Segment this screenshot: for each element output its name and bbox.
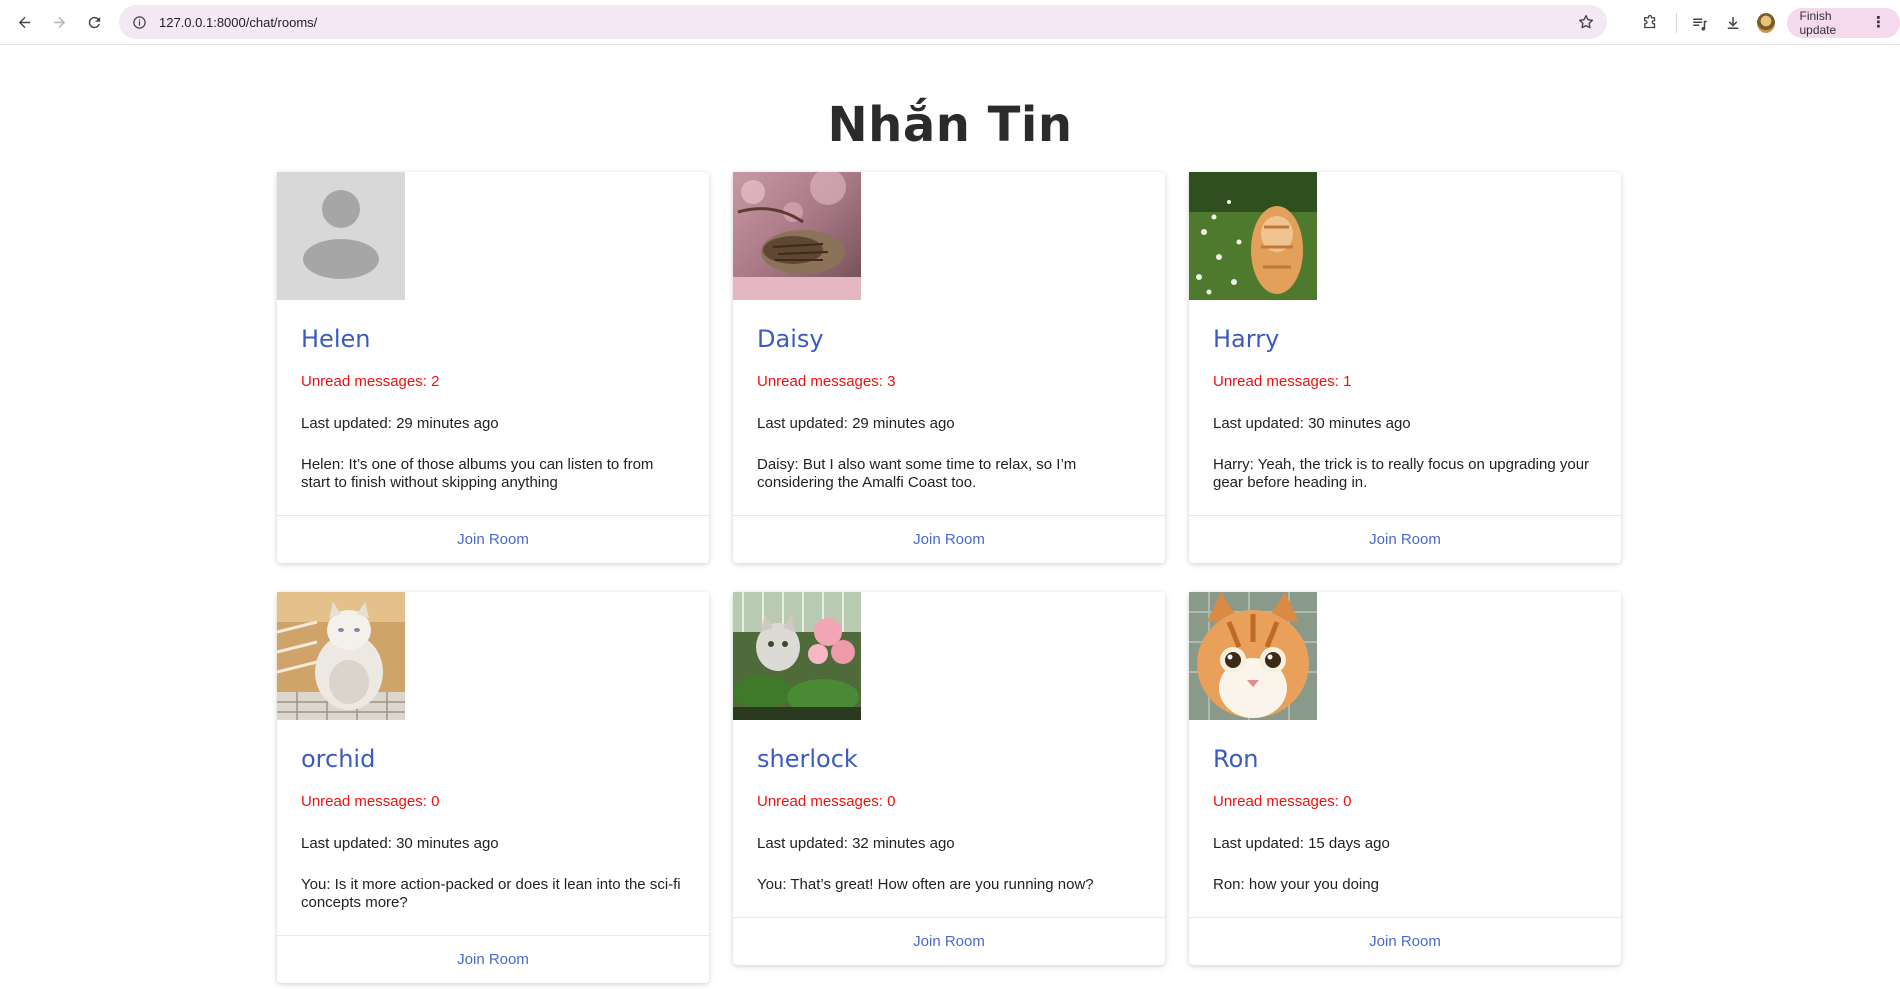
address-bar[interactable]: 127.0.0.1:8000/chat/rooms/: [119, 5, 1607, 39]
join-room-link[interactable]: Join Room: [1369, 531, 1441, 548]
tabby-cat-photo-icon: [733, 172, 861, 300]
reload-button[interactable]: [78, 6, 110, 38]
toolbar-divider: [1676, 12, 1678, 33]
last-updated: Last updated: 15 days ago: [1213, 835, 1390, 852]
room-card: Harry Unread messages: 1 Last updated: 3…: [1189, 172, 1621, 563]
extensions-button[interactable]: [1635, 7, 1664, 39]
join-room-link[interactable]: Join Room: [913, 933, 985, 950]
unread-count: Unread messages: 0: [757, 793, 896, 810]
playlist-icon: [1692, 18, 1707, 31]
card-footer: Join Room: [277, 935, 709, 983]
fluffy-white-cat-photo-icon: [277, 592, 405, 720]
reload-icon: [88, 16, 100, 28]
bookmark-star-icon[interactable]: [1577, 13, 1595, 31]
reading-list-button[interactable]: [1685, 7, 1714, 39]
room-avatar-image: [733, 172, 861, 300]
last-message-preview: Helen: It’s one of those albums you can …: [301, 456, 654, 491]
orange-cat-grass-photo-icon: [1189, 172, 1317, 300]
last-message-preview: You: Is it more action-packed or does it…: [301, 876, 681, 911]
card-footer: Join Room: [1189, 917, 1621, 965]
arrow-left-icon: [18, 16, 30, 28]
back-button[interactable]: [8, 6, 40, 38]
last-updated: Last updated: 30 minutes ago: [1213, 415, 1411, 432]
card-footer: Join Room: [277, 515, 709, 563]
surprised-orange-cat-photo-icon: [1189, 592, 1317, 720]
finish-update-button[interactable]: Finish update ⋮: [1787, 7, 1900, 38]
browser-toolbar: 127.0.0.1:8000/chat/rooms/ Finish update…: [0, 0, 1900, 45]
puzzle-icon: [1643, 14, 1655, 28]
cat-with-flowers-photo-icon: [733, 592, 861, 720]
room-name[interactable]: Ron: [1213, 744, 1597, 774]
forward-button[interactable]: [43, 6, 75, 38]
arrow-right-icon: [53, 16, 65, 28]
room-avatar-image: [1189, 592, 1317, 720]
unread-count: Unread messages: 0: [1213, 793, 1352, 810]
url-text[interactable]: 127.0.0.1:8000/chat/rooms/: [159, 15, 317, 30]
room-avatar-placeholder: [277, 172, 405, 300]
room-card: Helen Unread messages: 2 Last updated: 2…: [277, 172, 709, 563]
room-card: Ron Unread messages: 0 Last updated: 15 …: [1189, 592, 1621, 965]
unread-count: Unread messages: 2: [301, 373, 440, 390]
last-message-preview: You: That’s great! How often are you run…: [757, 876, 1094, 893]
card-footer: Join Room: [1189, 515, 1621, 563]
join-room-link[interactable]: Join Room: [457, 531, 529, 548]
unread-count: Unread messages: 0: [301, 793, 440, 810]
last-message-preview: Harry: Yeah, the trick is to really focu…: [1213, 456, 1590, 491]
last-updated: Last updated: 29 minutes ago: [301, 415, 499, 432]
default-user-icon: [277, 172, 405, 300]
card-footer: Join Room: [733, 917, 1165, 965]
page-title: Nhắn Tin: [827, 97, 1073, 153]
last-message-preview: Daisy: But I also want some time to rela…: [757, 456, 1077, 491]
more-menu-icon[interactable]: ⋮: [1871, 15, 1886, 30]
room-name[interactable]: Daisy: [757, 324, 1141, 354]
room-avatar-image: [733, 592, 861, 720]
last-updated: Last updated: 32 minutes ago: [757, 835, 955, 852]
downloads-button[interactable]: [1718, 7, 1747, 39]
last-updated: Last updated: 30 minutes ago: [301, 835, 499, 852]
site-info-icon[interactable]: [131, 14, 147, 30]
room-name[interactable]: Helen: [301, 324, 685, 354]
room-name[interactable]: orchid: [301, 744, 685, 774]
room-card: orchid Unread messages: 0 Last updated: …: [277, 592, 709, 983]
last-message-preview: Ron: how your you doing: [1213, 876, 1379, 893]
room-name[interactable]: sherlock: [757, 744, 1141, 774]
last-updated: Last updated: 29 minutes ago: [757, 415, 955, 432]
room-name[interactable]: Harry: [1213, 324, 1597, 354]
room-avatar-image: [1189, 172, 1317, 300]
card-footer: Join Room: [733, 515, 1165, 563]
room-avatar-image: [277, 592, 405, 720]
chat-rooms-page: Nhắn Tin Helen Unread messages: 2 Last u…: [0, 45, 1900, 989]
finish-update-label: Finish update: [1799, 8, 1837, 37]
profile-avatar[interactable]: [1757, 12, 1776, 33]
unread-count: Unread messages: 3: [757, 373, 896, 390]
room-card: Daisy Unread messages: 3 Last updated: 2…: [733, 172, 1165, 563]
room-card: sherlock Unread messages: 0 Last updated…: [733, 592, 1165, 965]
join-room-link[interactable]: Join Room: [457, 951, 529, 968]
unread-count: Unread messages: 1: [1213, 373, 1352, 390]
join-room-link[interactable]: Join Room: [1369, 933, 1441, 950]
download-icon: [1727, 16, 1738, 29]
join-room-link[interactable]: Join Room: [913, 531, 985, 548]
